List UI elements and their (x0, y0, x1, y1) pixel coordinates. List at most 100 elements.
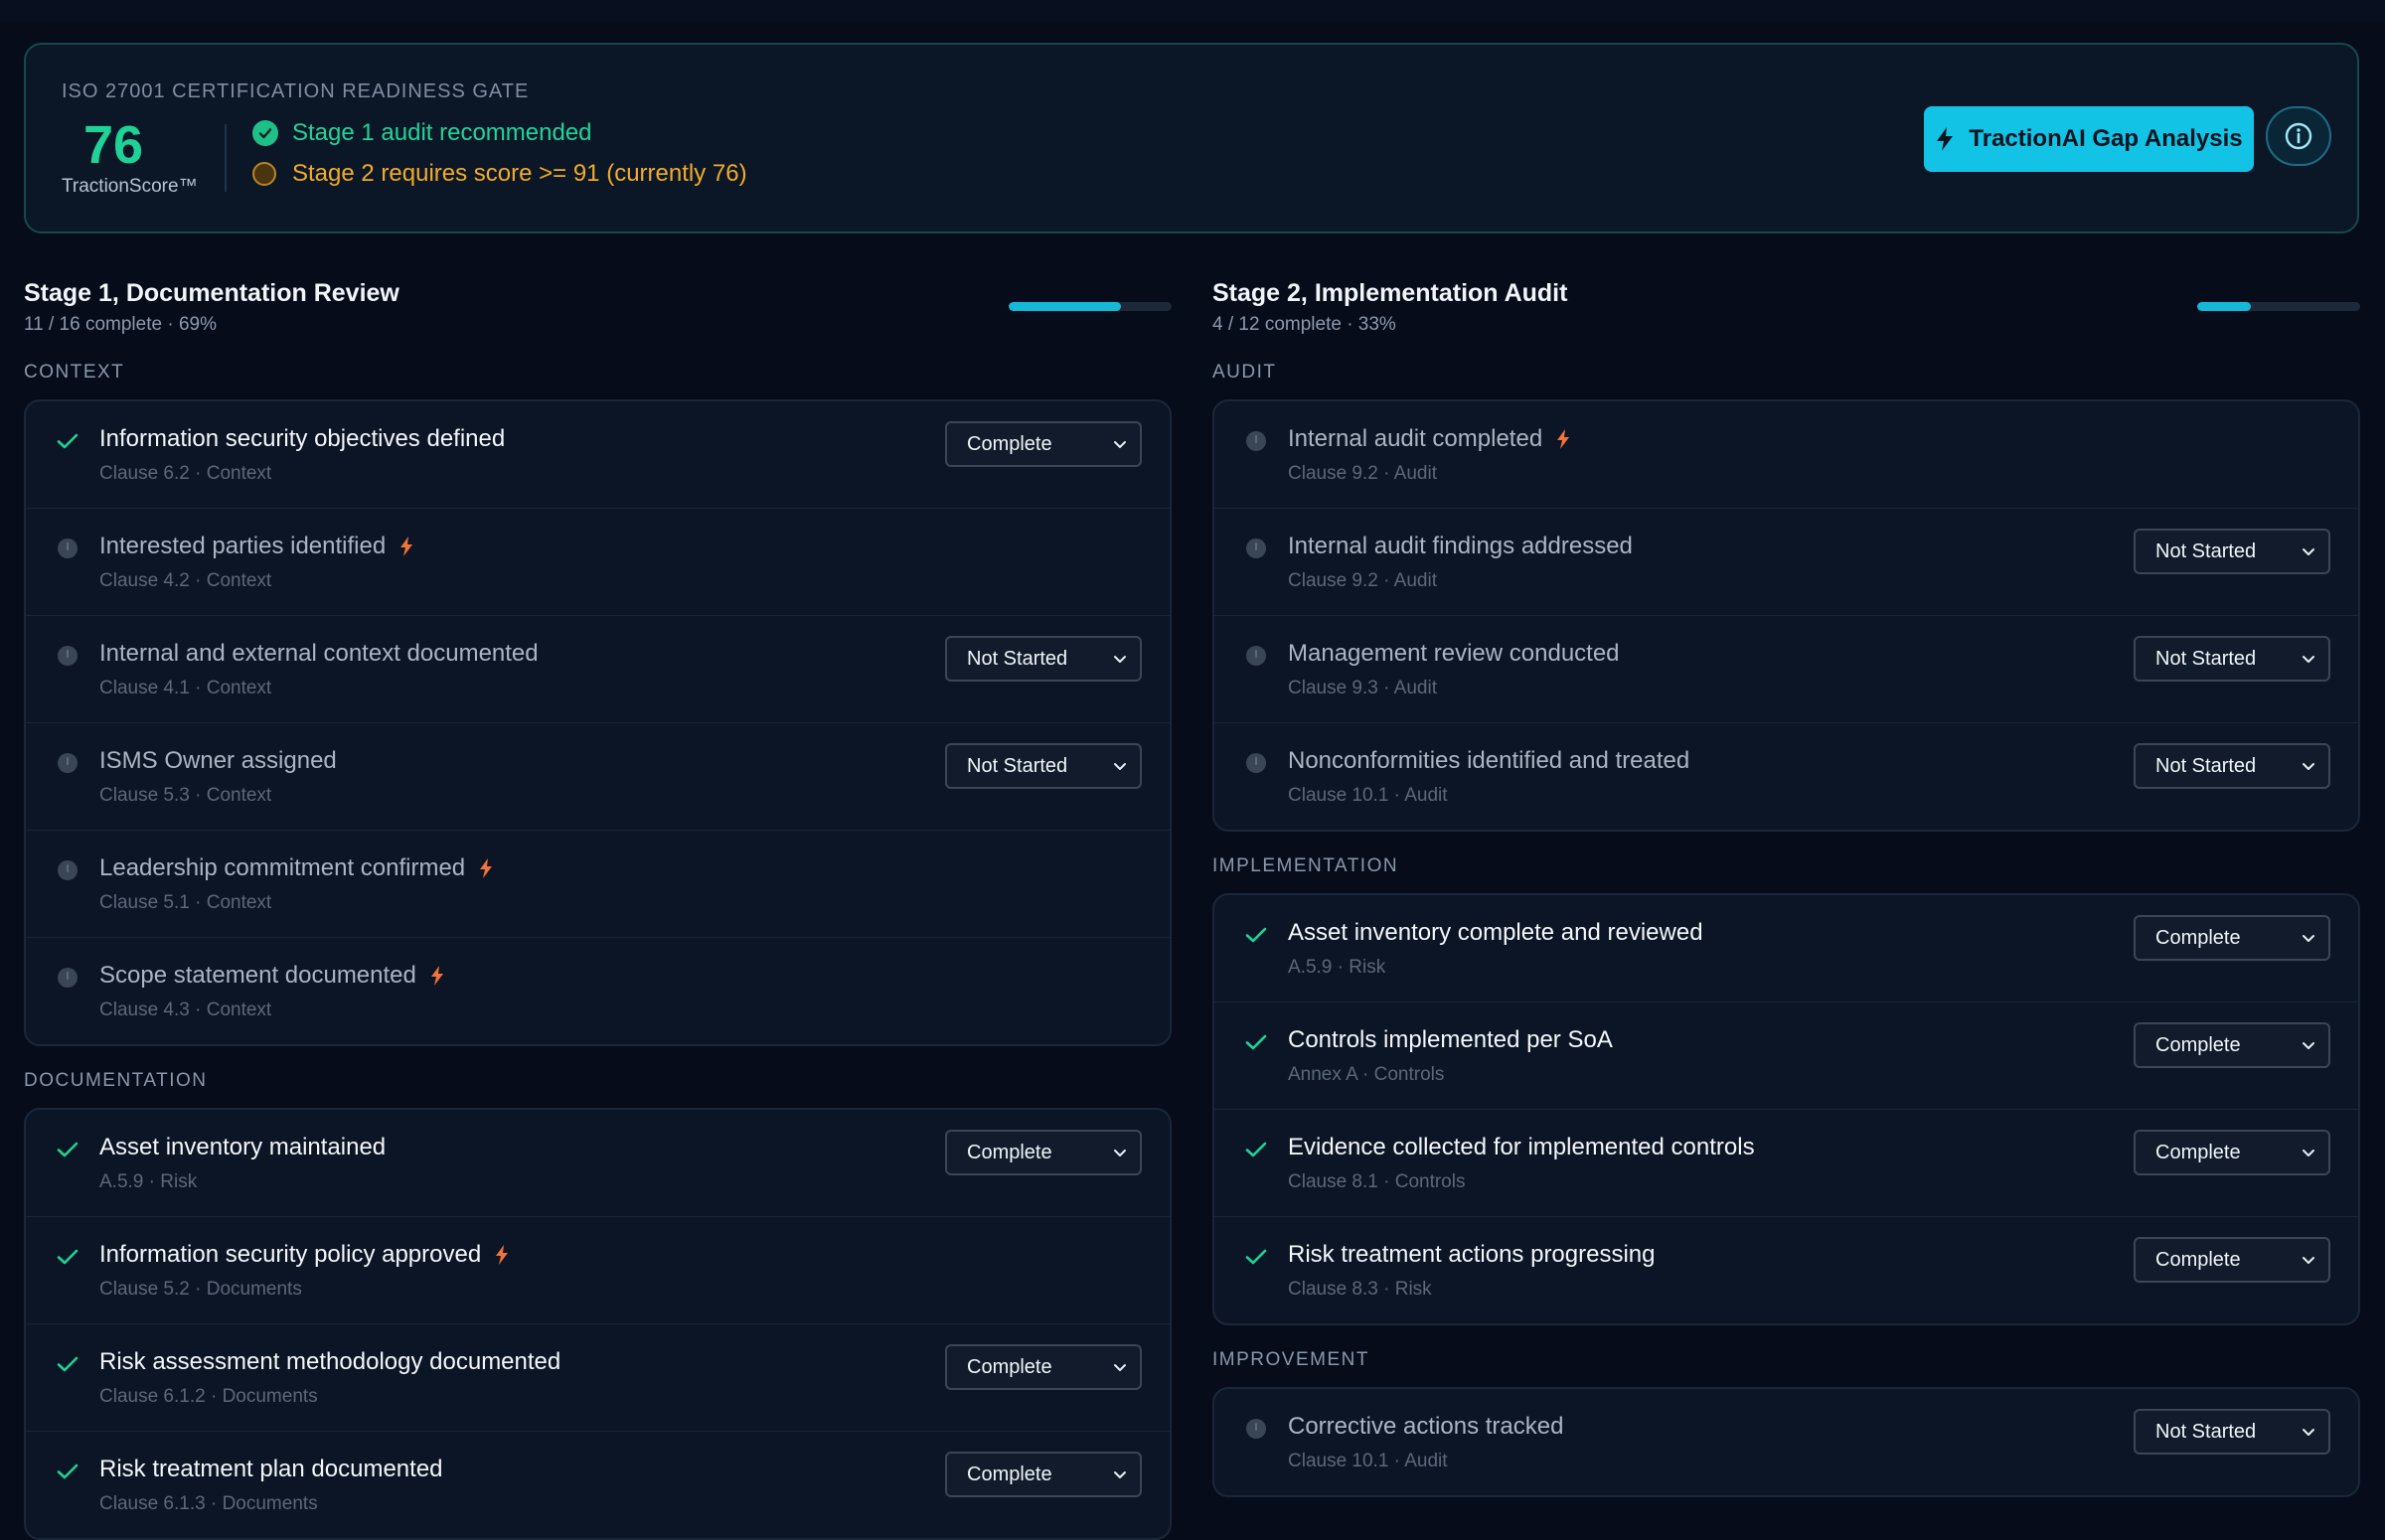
chevron-wrapper (2301, 542, 2316, 565)
status-select[interactable]: Not Started (945, 743, 1142, 789)
checklist-item[interactable]: Internal and external context documented… (26, 615, 1170, 722)
bolt-icon (480, 858, 493, 878)
status-select[interactable]: Complete (2134, 1130, 2330, 1175)
pending-dot-icon (1246, 539, 1266, 558)
item-clause: Clause 6.1.2 · Documents (99, 1386, 318, 1407)
status-select[interactable]: Complete (2134, 1237, 2330, 1283)
status-select[interactable]: Not Started (2134, 636, 2330, 682)
item-clause: Clause 5.2 · Documents (99, 1279, 302, 1300)
item-title-text: Interested parties identified (99, 533, 387, 559)
stage1-sections: CONTEXT Information security objectives d… (24, 360, 1172, 1540)
status-select[interactable]: Not Started (2134, 743, 2330, 789)
check-icon (57, 433, 79, 449)
item-title-text: Risk treatment plan documented (99, 1456, 443, 1482)
checklist-card: Internal audit completed Clause 9.2 · Aud… (1212, 399, 2360, 832)
stage2-title: Stage 2, Implementation Audit (1212, 279, 1568, 307)
pending-status-icon (1244, 429, 1268, 453)
status-select[interactable]: Not Started (2134, 1409, 2330, 1455)
checklist-item[interactable]: Information security objectives defined C… (26, 401, 1170, 508)
item-title-text: Internal audit findings addressed (1288, 533, 1633, 559)
item-title: Evidence collected for implemented contr… (1288, 1134, 1755, 1161)
pending-dot-icon (58, 539, 78, 558)
chevron-down-icon (1114, 441, 1126, 448)
item-title-text: Risk treatment actions progressing (1288, 1241, 1656, 1268)
checklist-item[interactable]: Scope statement documented Clause 4.3 · C… (26, 937, 1170, 1044)
item-clause: Clause 5.3 · Context (99, 785, 272, 806)
chevron-wrapper (2301, 1423, 2316, 1446)
chevron-down-icon (2303, 656, 2314, 663)
checklist-item[interactable]: Management review conducted Clause 9.3 · … (1214, 615, 2358, 722)
item-title-text: Internal audit completed (1288, 425, 1543, 452)
chevron-wrapper (1112, 1144, 1128, 1166)
chevron-down-icon (2303, 548, 2314, 555)
section-label-implementation: IMPLEMENTATION (1212, 855, 1399, 876)
checklist-item[interactable]: Interested parties identified Clause 4.2 … (26, 508, 1170, 615)
status-select-value: Complete (2155, 1248, 2241, 1271)
checklist-item[interactable]: Leadership commitment confirmed Clause 5.… (26, 830, 1170, 937)
section-label-audit: AUDIT (1212, 362, 1277, 383)
ai-flag (1556, 428, 1570, 450)
stage1-status-text: Stage 1 audit recommended (292, 119, 592, 146)
gap-analysis-button[interactable]: TractionAI Gap Analysis (1924, 106, 2254, 172)
status-select[interactable]: Not Started (945, 636, 1142, 682)
checklist-item[interactable]: Information security policy approved Clau… (26, 1216, 1170, 1323)
checklist-item[interactable]: Risk assessment methodology documented Cl… (26, 1323, 1170, 1431)
pending-status-icon (1244, 537, 1268, 560)
status-select[interactable]: Complete (2134, 1022, 2330, 1068)
item-title: Internal audit completed (1288, 425, 1570, 453)
check-icon (1245, 1142, 1267, 1157)
status-select[interactable]: Not Started (2134, 529, 2330, 574)
checklist-card: Asset inventory complete and reviewed A.5… (1212, 893, 2360, 1325)
item-title: Information security policy approved (99, 1241, 509, 1269)
chevron-wrapper (2301, 1036, 2316, 1059)
info-button[interactable] (2266, 106, 2331, 166)
check-icon (1245, 927, 1267, 943)
checklist-item[interactable]: Asset inventory maintained A.5.9 · Risk Co… (26, 1110, 1170, 1216)
progress-fill (1009, 302, 1122, 311)
bolt-icon (1937, 127, 1954, 151)
checklist-item[interactable]: Internal audit completed Clause 9.2 · Aud… (1214, 401, 2358, 508)
stage2-status-text: Stage 2 requires score >= 91 (currently … (292, 160, 747, 187)
status-select-value: Not Started (2155, 647, 2257, 670)
checklist-item[interactable]: Risk treatment plan documented Clause 6.1… (26, 1431, 1170, 1538)
checklist-item[interactable]: Corrective actions tracked Clause 10.1 · … (1214, 1389, 2358, 1495)
item-clause: Clause 6.1.3 · Documents (99, 1493, 318, 1514)
checklist-card: Information security objectives defined C… (24, 399, 1172, 1046)
item-title-text: Information security objectives defined (99, 425, 506, 452)
checklist-item[interactable]: Nonconformities identified and treated Cl… (1214, 722, 2358, 830)
chevron-down-icon (2303, 1429, 2314, 1436)
stage2-progress-bar (2197, 302, 2360, 311)
traction-score-value: 76 (82, 115, 144, 175)
item-clause: Clause 10.1 · Audit (1288, 1451, 1448, 1471)
pending-status-icon (56, 858, 80, 882)
status-select[interactable]: Complete (945, 1344, 1142, 1390)
checklist-item[interactable]: Risk treatment actions progressing Clause… (1214, 1216, 2358, 1323)
chevron-down-icon (2303, 1257, 2314, 1264)
chevron-down-icon (1114, 1471, 1126, 1478)
item-title: Internal audit findings addressed (1288, 533, 1633, 560)
ai-flag (495, 1244, 509, 1266)
status-select[interactable]: Complete (945, 1130, 1142, 1175)
chevron-wrapper (1112, 1465, 1128, 1488)
stage1-progress-bar (1009, 302, 1172, 311)
status-select[interactable]: Complete (945, 1452, 1142, 1497)
chevron-wrapper (2301, 929, 2316, 952)
item-title-text: Controls implemented per SoA (1288, 1026, 1613, 1053)
top-strip (0, 0, 2385, 22)
checklist-item[interactable]: Asset inventory complete and reviewed A.5… (1214, 895, 2358, 1001)
chevron-down-icon (1114, 1364, 1126, 1371)
chevron-wrapper (1112, 1358, 1128, 1381)
item-title-text: Scope statement documented (99, 962, 416, 989)
pending-status-icon (1244, 751, 1268, 775)
item-clause: Clause 6.2 · Context (99, 463, 272, 484)
status-select[interactable]: Complete (945, 421, 1142, 467)
checklist-item[interactable]: ISMS Owner assigned Clause 5.3 · Context N… (26, 722, 1170, 830)
complete-status-icon (56, 1460, 80, 1483)
ai-flag (430, 965, 444, 987)
checklist-item[interactable]: Controls implemented per SoA Annex A · Co… (1214, 1001, 2358, 1109)
checklist-item[interactable]: Evidence collected for implemented contr… (1214, 1109, 2358, 1216)
checklist-item[interactable]: Internal audit findings addressed Clause … (1214, 508, 2358, 615)
status-select[interactable]: Complete (2134, 915, 2330, 961)
item-title-text: ISMS Owner assigned (99, 747, 337, 774)
stage2-sections: AUDIT Internal audit completed Clause 9.2 … (1212, 360, 2360, 1497)
